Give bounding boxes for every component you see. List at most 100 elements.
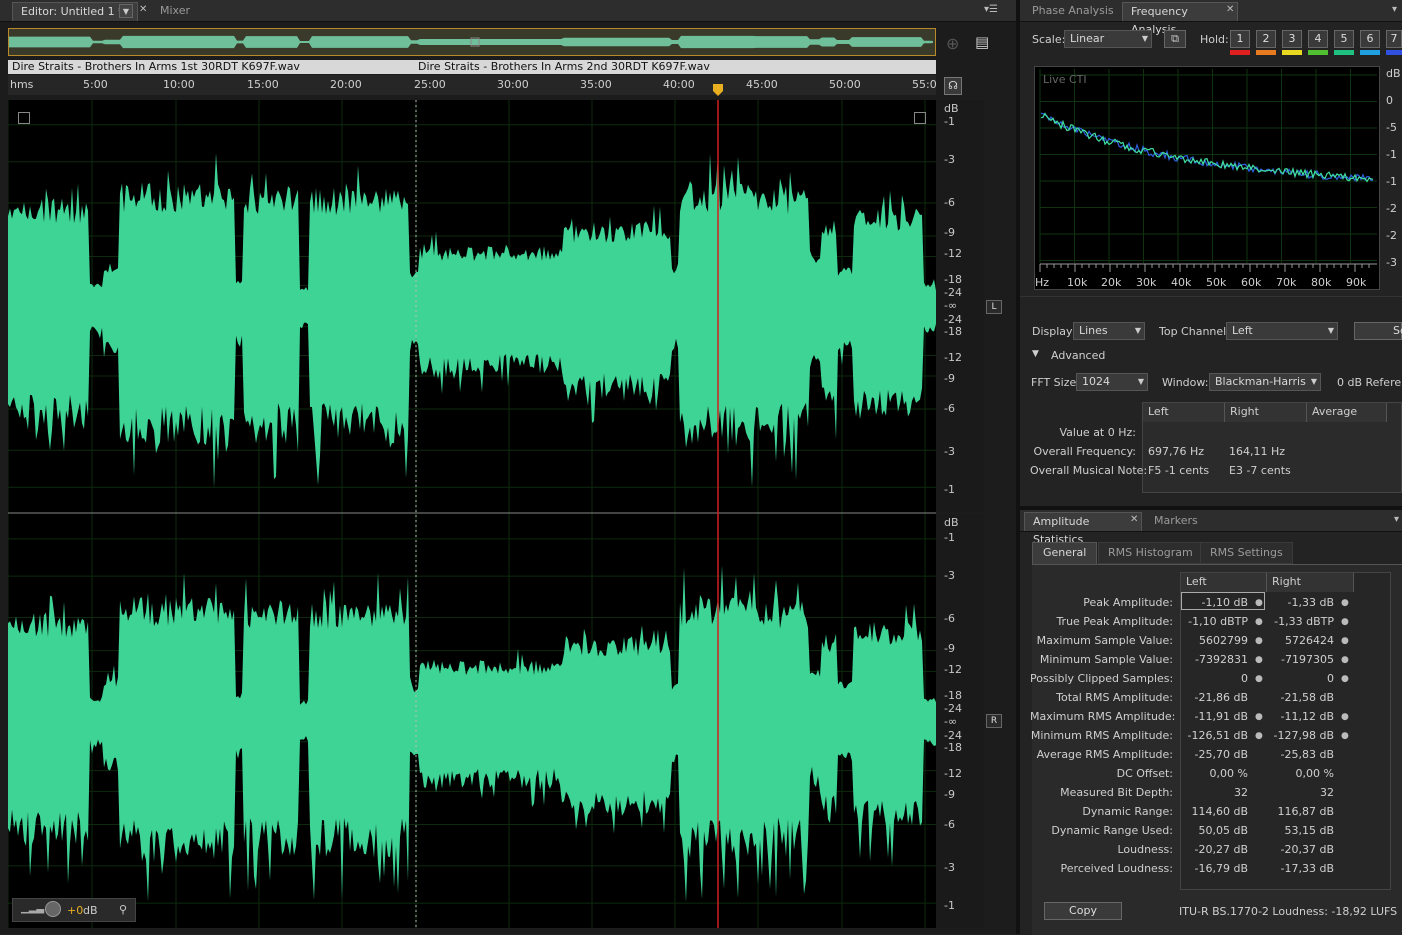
- amp-row-right-value[interactable]: -17,33 dB: [1266, 862, 1335, 875]
- db-scale-bottom[interactable]: dB -1 -3 -6 -9 -12 -18 -24 -∞ -24 -18 -12 -9 -6 -3 -1: [936, 514, 984, 928]
- amp-row-right-value[interactable]: 53,15 dB: [1266, 824, 1334, 837]
- col-header-average: Average: [1307, 403, 1387, 422]
- hold-button-3[interactable]: 3: [1282, 30, 1302, 48]
- tab-amplitude-statistics[interactable]: Amplitude Statistics: [1024, 512, 1142, 546]
- amp-row-left-value[interactable]: 32: [1180, 786, 1248, 799]
- clip-name-1[interactable]: Dire Straits - Brothers In Arms 1st 30RD…: [12, 60, 300, 74]
- resize-handle-icon[interactable]: [18, 112, 30, 124]
- volume-value[interactable]: +0: [67, 904, 83, 917]
- time-ruler[interactable]: hms 5:00 10:00 15:00 20:00 25:00 30:00 3…: [8, 75, 937, 97]
- copy-graph-icon[interactable]: ⧉: [1164, 30, 1186, 48]
- amp-row-right-value[interactable]: -20,37 dB: [1266, 843, 1335, 856]
- locate-pin-icon[interactable]: ●: [1255, 674, 1263, 684]
- amp-row-right-value[interactable]: 5726424: [1266, 634, 1334, 647]
- amp-row-left-value[interactable]: -1,10 dBTP: [1180, 615, 1248, 628]
- settings-button[interactable]: Se: [1354, 322, 1402, 340]
- amp-row-left-value[interactable]: -21,86 dB: [1180, 691, 1249, 704]
- list-icon[interactable]: ▤: [975, 33, 989, 51]
- locate-pin-icon[interactable]: ●: [1255, 617, 1263, 627]
- locate-pin-icon[interactable]: ●: [1341, 731, 1349, 741]
- amp-row-left-value[interactable]: -7392831: [1180, 653, 1248, 666]
- copy-button[interactable]: Copy: [1044, 902, 1122, 920]
- playhead-marker-icon[interactable]: [711, 83, 725, 97]
- amp-row-right-value[interactable]: -1,33 dBTP: [1266, 615, 1334, 628]
- tab-mixer[interactable]: Mixer: [152, 2, 198, 21]
- panel-menu-icon[interactable]: ▾☰: [984, 4, 998, 15]
- panel-menu-icon[interactable]: ▾: [1394, 514, 1399, 525]
- amp-row-right-value[interactable]: 0,00 %: [1266, 767, 1334, 780]
- tab-frequency-analysis[interactable]: Frequency Analysis: [1122, 2, 1238, 36]
- amp-row-right-value[interactable]: -1,33 dB: [1266, 596, 1335, 609]
- amp-row-right-value[interactable]: 116,87 dB: [1266, 805, 1334, 818]
- amp-row-left-value[interactable]: 114,60 dB: [1180, 805, 1248, 818]
- amp-row-left-value[interactable]: -126,51 dB: [1180, 729, 1248, 742]
- hold-button-7[interactable]: 7: [1386, 30, 1402, 48]
- channel-left-button[interactable]: L: [986, 300, 1002, 314]
- db-scale-top[interactable]: dB -1 -3 -6 -9 -12 -18 -24 -∞ -24 -18 -12 -9 -6 -3 -1: [936, 100, 984, 512]
- locate-pin-icon[interactable]: ●: [1341, 655, 1349, 665]
- locate-pin-icon[interactable]: ●: [1255, 655, 1263, 665]
- amp-row-right-value[interactable]: 0: [1266, 672, 1334, 685]
- locate-pin-icon[interactable]: ●: [1255, 636, 1263, 646]
- resize-handle-icon[interactable]: [914, 112, 926, 124]
- channel-right-button[interactable]: R: [986, 714, 1002, 728]
- close-icon[interactable]: ✕: [1226, 4, 1234, 15]
- hold-button-5[interactable]: 5: [1334, 30, 1354, 48]
- spectrum-graph[interactable]: Live CTI: [1034, 66, 1380, 290]
- locate-pin-icon[interactable]: ●: [1341, 598, 1349, 608]
- close-icon[interactable]: ✕: [139, 4, 147, 15]
- volume-knob[interactable]: [45, 901, 61, 917]
- panel-menu-icon[interactable]: ▾: [1392, 4, 1397, 15]
- clip-name-2[interactable]: Dire Straits - Brothers In Arms 2nd 30RD…: [418, 60, 710, 74]
- amp-row-left-value[interactable]: -25,70 dB: [1180, 748, 1249, 761]
- amp-row-right-value[interactable]: -11,12 dB: [1266, 710, 1335, 723]
- scale-label: Scale:: [1032, 33, 1066, 46]
- amp-row-left-value[interactable]: 0: [1180, 672, 1248, 685]
- close-icon[interactable]: ✕: [1130, 514, 1138, 525]
- scale-dropdown[interactable]: Linear ▼: [1064, 30, 1152, 48]
- amp-row-left-value[interactable]: 0,00 %: [1180, 767, 1248, 780]
- amp-row-left-value[interactable]: 50,05 dB: [1180, 824, 1248, 837]
- amp-row-right-value[interactable]: -7197305: [1266, 653, 1334, 666]
- locate-pin-icon[interactable]: ●: [1341, 617, 1349, 627]
- pin-icon[interactable]: ⚲: [119, 903, 127, 916]
- amp-row-left-value[interactable]: -20,27 dB: [1180, 843, 1249, 856]
- locate-pin-icon[interactable]: ●: [1255, 731, 1263, 741]
- overview-waveform[interactable]: [8, 28, 936, 56]
- amp-row-right-value[interactable]: -25,83 dB: [1266, 748, 1335, 761]
- amp-row-left-value[interactable]: -11,91 dB: [1180, 710, 1249, 723]
- amp-row-left-value[interactable]: -16,79 dB: [1180, 862, 1249, 875]
- waveform-display[interactable]: ▁▂▃ +0 dB ⚲: [7, 100, 936, 928]
- top-channel-dropdown[interactable]: Left ▼: [1226, 322, 1338, 340]
- amp-row-left-value[interactable]: 5602799: [1180, 634, 1248, 647]
- hold-button-1[interactable]: 1: [1230, 30, 1250, 48]
- amp-row-right-value[interactable]: -127,98 dB: [1266, 729, 1334, 742]
- locate-pin-icon[interactable]: ●: [1341, 712, 1349, 722]
- editor-file-dropdown-icon[interactable]: ▼: [119, 4, 133, 18]
- headphones-icon[interactable]: ☊: [944, 77, 962, 95]
- fft-size-dropdown[interactable]: 1024 ▼: [1076, 373, 1148, 391]
- hold-button-2[interactable]: 2: [1256, 30, 1276, 48]
- subtab-rms-histogram[interactable]: RMS Histogram: [1098, 542, 1203, 564]
- locate-pin-icon[interactable]: ●: [1255, 712, 1263, 722]
- tab-phase-analysis[interactable]: Phase Analysis: [1024, 2, 1122, 21]
- zoom-icon[interactable]: ⊕: [946, 34, 959, 53]
- db-scale-label: -1: [944, 531, 955, 544]
- subtab-general[interactable]: General: [1032, 542, 1098, 564]
- window-dropdown[interactable]: Blackman-Harris ▼: [1209, 373, 1321, 391]
- hold-button-4[interactable]: 4: [1308, 30, 1328, 48]
- subtab-rms-settings[interactable]: RMS Settings: [1200, 542, 1293, 564]
- hold-button-6[interactable]: 6: [1360, 30, 1380, 48]
- amp-row-left-value[interactable]: -1,10 dB: [1180, 596, 1249, 609]
- tab-markers[interactable]: Markers: [1146, 512, 1206, 531]
- display-dropdown[interactable]: Lines ▼: [1073, 322, 1145, 340]
- chevron-down-icon: ▼: [1134, 326, 1141, 335]
- db-scale-label: dB: [944, 516, 959, 529]
- expand-triangle-icon[interactable]: ▼: [1032, 349, 1039, 359]
- amp-row-right-value[interactable]: -21,58 dB: [1266, 691, 1335, 704]
- amp-row-right-value[interactable]: 32: [1266, 786, 1334, 799]
- advanced-label[interactable]: Advanced: [1051, 349, 1105, 362]
- locate-pin-icon[interactable]: ●: [1255, 598, 1263, 608]
- locate-pin-icon[interactable]: ●: [1341, 674, 1349, 684]
- locate-pin-icon[interactable]: ●: [1341, 636, 1349, 646]
